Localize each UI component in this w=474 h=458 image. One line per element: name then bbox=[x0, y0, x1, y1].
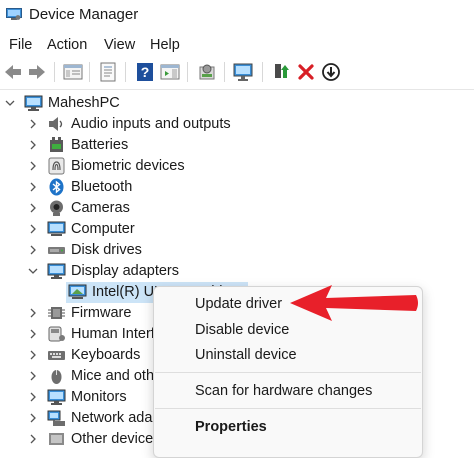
action-pane-icon[interactable] bbox=[159, 61, 181, 83]
tree-root[interactable]: MaheshPC bbox=[0, 93, 474, 114]
disable-device-menu-item[interactable]: Disable device bbox=[195, 322, 289, 338]
tree-item-computer[interactable]: Computer bbox=[0, 219, 474, 240]
tree-view-icon[interactable] bbox=[62, 61, 84, 83]
uninstall-device-menu-item[interactable]: Uninstall device bbox=[195, 347, 297, 363]
disable-device-icon[interactable] bbox=[320, 61, 342, 83]
tree-item-batteries[interactable]: Batteries bbox=[0, 135, 474, 156]
help-icon[interactable]: ? bbox=[134, 61, 156, 83]
speaker-icon bbox=[47, 115, 66, 133]
battery-icon bbox=[47, 136, 66, 154]
tree-item-label: Batteries bbox=[71, 137, 129, 153]
tree-item-label: Disk drives bbox=[71, 242, 142, 258]
tree-item-label: Biometric devices bbox=[71, 158, 185, 174]
chevron-right-icon[interactable] bbox=[26, 159, 40, 173]
properties-sheet-icon[interactable] bbox=[97, 61, 119, 83]
tree-item-disk-drives[interactable]: Disk drives bbox=[0, 240, 474, 261]
toolbar-separator bbox=[89, 62, 90, 82]
chevron-right-icon[interactable] bbox=[26, 201, 40, 215]
tree-item-label: Network adap bbox=[71, 410, 161, 426]
network-icon bbox=[47, 409, 66, 427]
tree-item-label: Mice and othe bbox=[71, 368, 163, 384]
update-driver-menu-item[interactable]: Update driver bbox=[195, 296, 282, 312]
title-bar: Device Manager bbox=[0, 0, 474, 32]
computer-icon bbox=[24, 94, 43, 112]
toolbar: ? bbox=[0, 58, 474, 88]
disk-icon bbox=[47, 241, 66, 259]
device-manager-icon bbox=[6, 8, 22, 21]
uninstall-icon[interactable] bbox=[295, 61, 317, 83]
fingerprint-icon bbox=[47, 157, 66, 175]
chevron-right-icon[interactable] bbox=[26, 306, 40, 320]
chevron-right-icon[interactable] bbox=[26, 243, 40, 257]
toolbar-separator bbox=[262, 62, 263, 82]
tree-item-cameras[interactable]: Cameras bbox=[0, 198, 474, 219]
properties-menu-item[interactable]: Properties bbox=[195, 419, 267, 435]
keyboard-icon bbox=[47, 346, 66, 364]
display-adapter-icon bbox=[68, 283, 87, 301]
chevron-right-icon[interactable] bbox=[26, 411, 40, 425]
tree-item-display-adapters[interactable]: Display adapters bbox=[0, 261, 474, 282]
tree-item-label: Bluetooth bbox=[71, 179, 133, 195]
enable-device-icon[interactable] bbox=[270, 61, 292, 83]
back-icon[interactable] bbox=[2, 61, 24, 83]
chevron-right-icon[interactable] bbox=[26, 222, 40, 236]
scan-hardware-menu-item[interactable]: Scan for hardware changes bbox=[195, 383, 372, 399]
toolbar-separator bbox=[187, 62, 188, 82]
context-menu-separator bbox=[155, 372, 421, 373]
bluetooth-icon bbox=[47, 178, 66, 196]
tree-item-label: Firmware bbox=[71, 305, 132, 321]
menu-action[interactable]: Action bbox=[47, 37, 87, 53]
annotation-arrow-icon bbox=[290, 285, 418, 321]
tree-root-label: MaheshPC bbox=[48, 95, 120, 111]
tree-item-label: Display adapters bbox=[71, 263, 179, 279]
chevron-right-icon[interactable] bbox=[26, 432, 40, 446]
hid-icon bbox=[47, 325, 66, 343]
menu-bar: File Action View Help bbox=[0, 33, 474, 57]
svg-text:?: ? bbox=[141, 64, 150, 80]
chevron-right-icon[interactable] bbox=[26, 138, 40, 152]
tree-item-label: Monitors bbox=[71, 389, 127, 405]
firmware-icon bbox=[47, 304, 66, 322]
menu-view[interactable]: View bbox=[104, 37, 135, 53]
toolbar-separator bbox=[54, 62, 55, 82]
tree-item-label: Keyboards bbox=[71, 347, 141, 363]
menu-file[interactable]: File bbox=[9, 37, 32, 53]
chevron-right-icon[interactable] bbox=[26, 327, 40, 341]
chevron-right-icon[interactable] bbox=[26, 348, 40, 362]
tree-item-label: Cameras bbox=[71, 200, 130, 216]
chevron-right-icon[interactable] bbox=[26, 369, 40, 383]
toolbar-separator bbox=[125, 62, 126, 82]
menu-help[interactable]: Help bbox=[150, 37, 180, 53]
scan-hardware-icon[interactable] bbox=[196, 61, 218, 83]
chevron-down-icon[interactable] bbox=[3, 96, 17, 110]
tree-item-label: Human Interf bbox=[71, 326, 155, 342]
mouse-icon bbox=[47, 367, 66, 385]
chevron-down-icon[interactable] bbox=[26, 264, 40, 278]
chevron-right-icon[interactable] bbox=[26, 180, 40, 194]
monitor-icon bbox=[47, 388, 66, 406]
chevron-right-icon[interactable] bbox=[26, 117, 40, 131]
monitor-icon[interactable] bbox=[232, 61, 254, 83]
tree-item-label: Computer bbox=[71, 221, 135, 237]
tree-item-audio[interactable]: Audio inputs and outputs bbox=[0, 114, 474, 135]
chevron-right-icon[interactable] bbox=[26, 390, 40, 404]
toolbar-separator bbox=[224, 62, 225, 82]
display-icon bbox=[47, 262, 66, 280]
tree-item-biometric[interactable]: Biometric devices bbox=[0, 156, 474, 177]
forward-icon[interactable] bbox=[26, 61, 48, 83]
other-devices-icon bbox=[47, 430, 66, 448]
tree-item-label: Audio inputs and outputs bbox=[71, 116, 231, 132]
tree-item-bluetooth[interactable]: Bluetooth bbox=[0, 177, 474, 198]
computer-icon bbox=[47, 220, 66, 238]
context-menu-separator bbox=[155, 408, 421, 409]
camera-icon bbox=[47, 199, 66, 217]
tree-item-label: Other devices bbox=[71, 431, 161, 447]
window-title: Device Manager bbox=[29, 6, 139, 23]
